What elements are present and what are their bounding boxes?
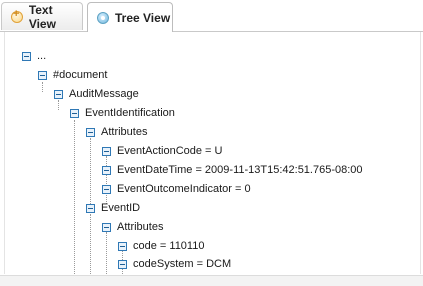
collapse-icon[interactable] bbox=[86, 203, 95, 213]
tree-node-label: EventOutcomeIndicator = 0 bbox=[117, 183, 251, 195]
tree-node-eventdatetime[interactable]: EventDateTime = 2009-11-13T15:42:51.765-… bbox=[102, 162, 363, 178]
tree-node-codesystem[interactable]: codeSystem = DCM bbox=[118, 256, 231, 272]
tree-node-label: EventID bbox=[101, 202, 141, 214]
collapse-icon[interactable] bbox=[102, 146, 111, 156]
collapse-icon[interactable] bbox=[102, 184, 111, 194]
tab-text-view-label: Text View bbox=[28, 2, 56, 31]
tree-node-label: #document bbox=[53, 69, 108, 81]
collapse-icon[interactable] bbox=[102, 222, 111, 232]
tree-node-label: codeSystem = DCM bbox=[133, 258, 232, 270]
bottom-bar bbox=[0, 275, 423, 286]
tree-node-label: EventActionCode = U bbox=[117, 145, 223, 157]
tree-guide-line bbox=[90, 138, 91, 208]
tree-node-eventidentification[interactable]: EventIdentification bbox=[70, 105, 175, 121]
tree-guide-line bbox=[74, 120, 75, 274]
tree-guide-line bbox=[42, 82, 43, 92]
tree-node-attributes[interactable]: Attributes bbox=[86, 124, 147, 140]
tree-node-label: Attributes bbox=[101, 126, 148, 138]
tree-node-label: code = 110110 bbox=[133, 240, 205, 252]
tree-node-label: ... bbox=[37, 50, 47, 62]
tree-node-code[interactable]: code = 110110 bbox=[118, 238, 204, 254]
tab-tree-view[interactable]: Tree View bbox=[87, 2, 173, 32]
collapse-icon[interactable] bbox=[38, 70, 47, 80]
tree-node-label: Attributes bbox=[117, 221, 164, 233]
collapse-icon[interactable] bbox=[54, 89, 63, 99]
tree-node-auditmessage[interactable]: AuditMessage bbox=[54, 86, 139, 102]
tree-node-attributes[interactable]: Attributes bbox=[102, 219, 163, 235]
add-icon bbox=[11, 8, 23, 23]
tree-panel: ... #document AuditMessage EventIdentifi… bbox=[4, 32, 421, 274]
collapse-icon[interactable] bbox=[86, 127, 95, 137]
tree-node-label: EventDateTime = 2009-11-13T15:42:51.765-… bbox=[117, 164, 363, 176]
collapse-icon[interactable] bbox=[22, 51, 31, 61]
tab-tree-view-label: Tree View bbox=[115, 10, 171, 25]
collapse-icon[interactable] bbox=[70, 108, 79, 118]
tree-guide-line bbox=[90, 214, 91, 274]
tree-node-document[interactable]: #document bbox=[38, 67, 107, 83]
tab-text-view[interactable]: Text View bbox=[1, 2, 83, 31]
collapse-icon[interactable] bbox=[118, 259, 127, 269]
tree-node-label: EventIdentification bbox=[85, 107, 175, 119]
tree-node-label: AuditMessage bbox=[69, 88, 139, 100]
tree-node-eventid[interactable]: EventID bbox=[86, 200, 140, 216]
tree-node-eventoutcomeindicator[interactable]: EventOutcomeIndicator = 0 bbox=[102, 181, 251, 197]
collapse-icon[interactable] bbox=[118, 241, 127, 251]
tree-node-root[interactable]: ... bbox=[22, 48, 46, 64]
collapse-icon[interactable] bbox=[102, 165, 111, 175]
tree-guide-line bbox=[106, 232, 107, 274]
tab-bar: Text View Tree View bbox=[0, 0, 423, 32]
tree-view-icon bbox=[97, 11, 109, 24]
tree-node-eventactioncode[interactable]: EventActionCode = U bbox=[102, 143, 222, 159]
